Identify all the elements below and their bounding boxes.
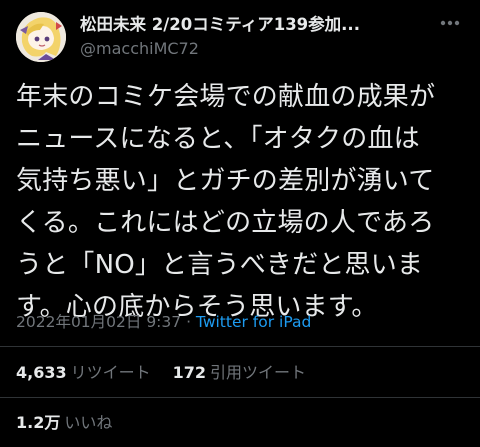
tweet-text-line: 気持ち悪い」とガチの差別が湧いて: [16, 166, 435, 196]
author-display-name[interactable]: 松田未来 2/20コミティア139参加...: [80, 14, 464, 36]
tweet-timestamp[interactable]: 2022年01月02日 9:37: [16, 313, 181, 331]
more-dots-icon: [440, 20, 460, 26]
retweets-stat[interactable]: 4,633 リツイート: [16, 363, 151, 382]
engagement-stats: 4,633 リツイート 172 引用ツイート: [16, 362, 306, 384]
tweet-meta: 2022年01月02日 9:37 · Twitter for iPad: [16, 312, 311, 332]
retweets-count: 4,633: [16, 363, 67, 382]
more-options-button[interactable]: [436, 12, 464, 34]
quotes-stat[interactable]: 172 引用ツイート: [173, 363, 306, 382]
likes-stat[interactable]: 1.2万 いいね: [16, 412, 112, 434]
quotes-count: 172: [172, 363, 207, 382]
tweet-text: 年末のコミケ会場での献血の成果が ニュースになると、「オタクの血は 気持ち悪い」…: [16, 76, 468, 328]
likes-count: 1.2万: [16, 413, 61, 432]
divider: [0, 397, 480, 398]
tweet-text-line: くる。これにはどの立場の人であろ: [16, 208, 435, 238]
retweets-label: リツイート: [70, 363, 151, 382]
tweet-detail: 松田未来 2/20コミティア139参加... @macchiMC72 年末のコミ…: [0, 0, 480, 447]
tweet-header: 松田未来 2/20コミティア139参加... @macchiMC72: [16, 12, 464, 62]
divider: [0, 346, 480, 347]
avatar[interactable]: [16, 12, 66, 62]
meta-separator: ·: [181, 313, 196, 331]
likes-label: いいね: [64, 413, 113, 432]
tweet-text-line: うと「NO」と言うべきだと思いま: [16, 250, 424, 280]
author-names: 松田未来 2/20コミティア139参加... @macchiMC72: [80, 14, 464, 60]
tweet-source-link[interactable]: Twitter for iPad: [196, 313, 311, 331]
avatar-illustration-icon: [16, 12, 66, 62]
tweet-text-line: 年末のコミケ会場での献血の成果が: [16, 82, 436, 112]
author-handle[interactable]: @macchiMC72: [80, 38, 464, 60]
tweet-text-line: ニュースになると、「オタクの血は: [16, 124, 420, 154]
quotes-label: 引用ツイート: [210, 363, 307, 382]
